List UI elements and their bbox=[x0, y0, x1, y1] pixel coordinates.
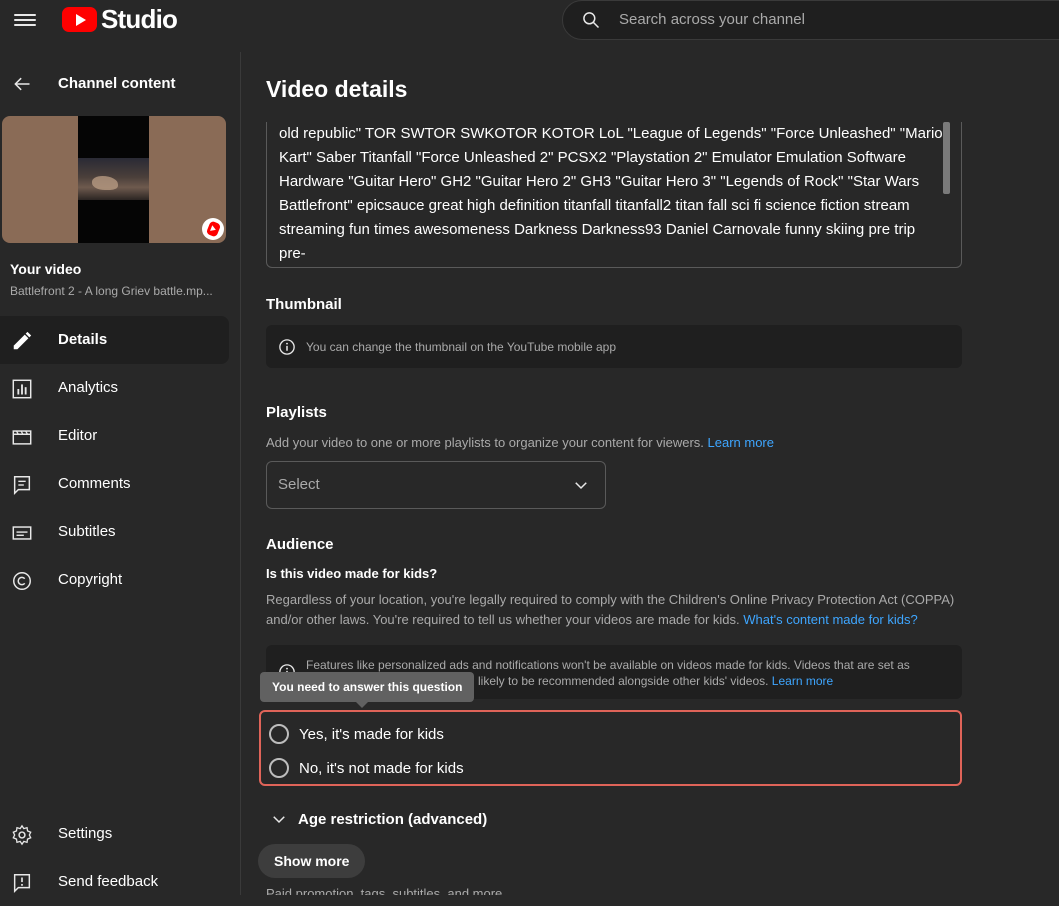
sidebar-item-analytics[interactable]: Analytics bbox=[0, 364, 229, 412]
tags-text[interactable]: old republic" TOR SWTOR SWKOTOR KOTOR Lo… bbox=[279, 122, 945, 266]
radio-no-not-made-for-kids[interactable]: No, it's not made for kids bbox=[269, 754, 464, 782]
sidebar-item-editor[interactable]: Editor bbox=[0, 412, 229, 460]
sidebar-item-settings[interactable]: Settings bbox=[0, 810, 229, 858]
sidebar-item-comments[interactable]: Comments bbox=[0, 460, 229, 508]
thumbnail-section-title: Thumbnail bbox=[266, 296, 342, 313]
video-filename: Battlefront 2 - A long Griev battle.mp..… bbox=[10, 284, 213, 298]
required-answer-tooltip: You need to answer this question bbox=[260, 672, 475, 708]
sidebar-item-copyright[interactable]: Copyright bbox=[0, 556, 229, 604]
thumbnail-info-box: You can change the thumbnail on the YouT… bbox=[266, 325, 962, 368]
sidebar-item-details[interactable]: Details bbox=[0, 316, 229, 364]
shorts-icon bbox=[202, 218, 224, 240]
sidebar-item-label: Details bbox=[58, 331, 108, 348]
chevron-down-icon bbox=[273, 816, 285, 824]
playlists-description: Add your video to one or more playlists … bbox=[266, 433, 774, 453]
top-bar: Studio bbox=[0, 0, 1059, 52]
made-for-kids-question: Is this video made for kids? bbox=[266, 566, 438, 581]
youtube-play-icon bbox=[62, 7, 97, 32]
playlist-select-label: Select bbox=[278, 476, 320, 493]
sidebar-item-label: Copyright bbox=[58, 571, 123, 588]
back-label: Channel content bbox=[58, 75, 176, 92]
sidebar-item-subtitles[interactable]: Subtitles bbox=[0, 508, 229, 556]
tags-textarea[interactable]: old republic" TOR SWTOR SWKOTOR KOTOR Lo… bbox=[266, 122, 962, 268]
coppa-description-line-1: Regardless of your location, you're lega… bbox=[266, 592, 955, 607]
content-made-for-kids-link[interactable]: What's content made for kids? bbox=[743, 612, 917, 627]
copyright-icon bbox=[13, 572, 31, 590]
radio-yes-made-for-kids[interactable]: Yes, it's made for kids bbox=[269, 720, 444, 748]
video-thumbnail[interactable] bbox=[2, 116, 226, 243]
logo-text: Studio bbox=[101, 4, 178, 34]
age-restriction-toggle[interactable]: Age restriction (advanced) bbox=[266, 808, 487, 830]
show-more-button[interactable]: Show more bbox=[258, 844, 366, 878]
coppa-description: Regardless of your location, you're lega… bbox=[266, 590, 966, 630]
your-video-label: Your video bbox=[10, 261, 82, 277]
pencil-icon bbox=[13, 331, 32, 350]
info-icon bbox=[279, 339, 295, 355]
back-to-channel-content[interactable]: Channel content bbox=[0, 68, 240, 100]
audience-section-title: Audience bbox=[266, 536, 334, 553]
playlists-description-text: Add your video to one or more playlists … bbox=[266, 435, 704, 450]
search-bar[interactable] bbox=[562, 0, 1059, 40]
sidebar-item-label: Analytics bbox=[58, 379, 119, 396]
subtitles-icon bbox=[12, 526, 32, 540]
sidebar-item-label: Editor bbox=[58, 427, 98, 444]
sidebar: Channel content Your video Battlefront 2… bbox=[0, 52, 241, 895]
playlists-section-title: Playlists bbox=[266, 404, 327, 421]
kids-info-line-2: likely to be recommended alongside other… bbox=[478, 674, 769, 688]
video-frame bbox=[78, 116, 149, 243]
sidebar-item-send-feedback[interactable]: Send feedback bbox=[0, 858, 229, 906]
hamburger-menu-icon[interactable] bbox=[14, 12, 36, 28]
sidebar-item-label: Send feedback bbox=[58, 873, 159, 890]
chevron-down-icon bbox=[575, 482, 587, 490]
kids-info-line-2-wrap: likely to be recommended alongside other… bbox=[478, 673, 833, 689]
age-restriction-label: Age restriction (advanced) bbox=[298, 810, 488, 828]
playlist-select[interactable]: Select bbox=[266, 461, 606, 509]
sidebar-item-label: Settings bbox=[58, 825, 113, 842]
thumbnail-info-text: You can change the thumbnail on the YouT… bbox=[306, 340, 617, 354]
sidebar-nav: Details Analytics Editor Comments Subtit… bbox=[0, 316, 240, 604]
analytics-icon bbox=[12, 379, 32, 399]
radio-no-label: No, it's not made for kids bbox=[299, 759, 464, 777]
video-scene bbox=[78, 158, 149, 200]
studio-logo[interactable]: Studio bbox=[62, 4, 178, 35]
sidebar-item-label: Comments bbox=[58, 475, 131, 492]
main-content: Video details old republic" TOR SWTOR SW… bbox=[242, 52, 1059, 895]
sidebar-item-label: Subtitles bbox=[58, 523, 116, 540]
radio-button-icon[interactable] bbox=[269, 758, 289, 778]
made-for-kids-radio-group: Yes, it's made for kids No, it's not mad… bbox=[259, 710, 962, 786]
kids-info-line-1: Features like personalized ads and notif… bbox=[306, 658, 910, 672]
gear-icon bbox=[12, 824, 32, 846]
search-icon[interactable] bbox=[581, 10, 601, 30]
comments-icon bbox=[13, 476, 31, 496]
arrow-back-icon[interactable] bbox=[12, 74, 32, 94]
editor-icon bbox=[12, 430, 32, 445]
coppa-description-line-2-wrap: and/or other laws. You're required to te… bbox=[266, 610, 966, 630]
radio-button-icon[interactable] bbox=[269, 724, 289, 744]
playlists-learn-more-link[interactable]: Learn more bbox=[708, 435, 774, 450]
search-input[interactable] bbox=[619, 11, 1019, 28]
page-title: Video details bbox=[266, 76, 408, 102]
radio-yes-label: Yes, it's made for kids bbox=[299, 725, 444, 743]
show-more-subtext: Paid promotion, tags, subtitles, and mor… bbox=[266, 886, 503, 895]
kids-info-learn-more-link[interactable]: Learn more bbox=[772, 674, 833, 688]
sidebar-bottom-nav: Settings Send feedback bbox=[0, 810, 240, 906]
feedback-icon bbox=[13, 874, 31, 894]
tags-scrollbar[interactable] bbox=[943, 122, 950, 194]
coppa-description-line-2: and/or other laws. You're required to te… bbox=[266, 612, 740, 627]
